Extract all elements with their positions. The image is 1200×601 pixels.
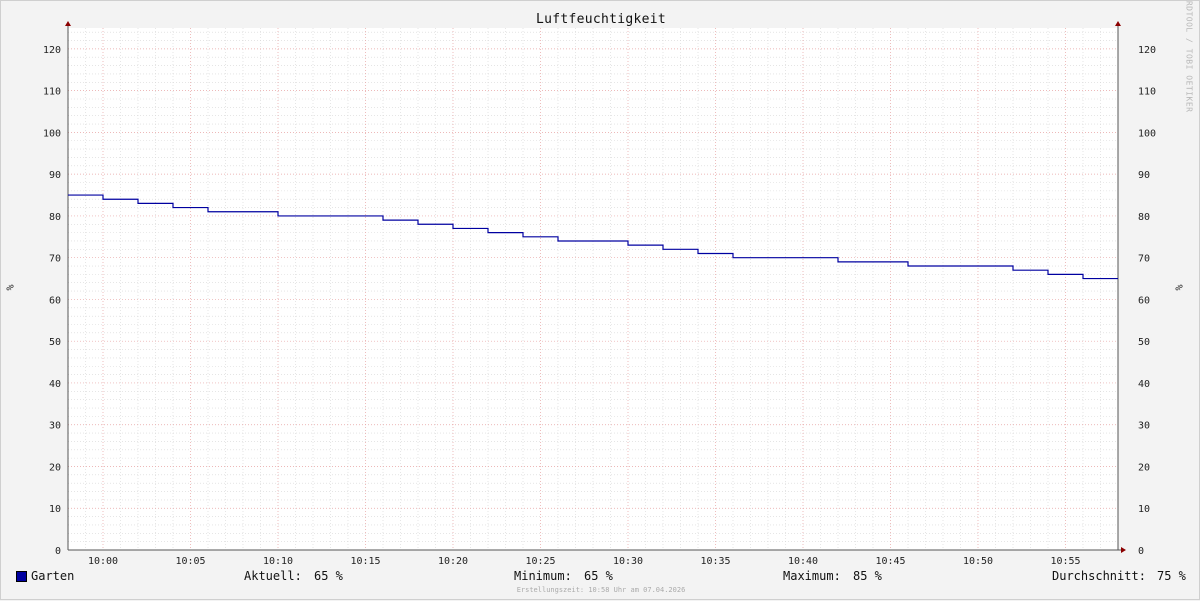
x-tick-label: 10:05 [175,556,205,567]
legend-max-value: 85 % [853,569,882,583]
watermark: RRDTOOL / TOBI OETIKER [1184,0,1194,113]
y-tick-label-right: 110 [1138,87,1156,98]
chart-title: Luftfeuchtigkeit [535,12,667,27]
y-tick-label-left: 10 [49,504,61,515]
legend-current-label: Aktuell: [244,569,302,583]
y-tick-label-right: 20 [1138,462,1150,473]
legend-avg-value: 75 % [1157,569,1186,583]
y-tick-label-right: 0 [1138,546,1144,557]
x-tick-label: 10:40 [788,556,818,567]
chart-frame: 0 0 10 10 20 20 30 30 40 40 50 50 60 60 70 70 80 80 90 90 10… [0,0,1200,600]
y-tick-label-right: 80 [1138,212,1150,223]
y-tick-label-right: 50 [1138,337,1150,348]
x-axis-arrow [1121,547,1126,553]
generation-timestamp: Erstellungszeit: 10:58 Uhr am 07.04.2026 [516,586,686,594]
y-tick-label-left: 50 [49,337,61,348]
x-tick-label: 10:15 [350,556,380,567]
y-tick-label-left: 100 [43,128,61,139]
y-tick-label-right: 70 [1138,254,1150,265]
x-tick-label: 10:45 [875,556,905,567]
y-axis-label-left: % [3,284,15,291]
x-tick-label: 10:00 [88,556,118,567]
legend-avg-label: Durchschnitt: [1052,569,1146,583]
y-tick-label-right: 90 [1138,170,1150,181]
x-tick-label: 10:35 [700,556,730,567]
y-tick-label-left: 70 [49,254,61,265]
x-tick-label: 10:50 [963,556,993,567]
y-tick-label-right: 30 [1138,421,1150,432]
y-tick-label-right: 60 [1138,295,1150,306]
legend-swatch-garten [16,571,27,582]
y-tick-label-left: 90 [49,170,61,181]
legend-max-label: Maximum: [783,569,841,583]
y-tick-label-left: 20 [49,462,61,473]
legend-min-value: 65 % [584,569,613,583]
legend-min-label: Minimum: [514,569,572,583]
chart-plot: 0 0 10 10 20 20 30 30 40 40 50 50 60 60 70 70 80 80 90 90 10… [43,21,1156,567]
y-tick-label-left: 80 [49,212,61,223]
y-tick-label-left: 0 [55,546,61,557]
x-tick-label: 10:25 [525,556,555,567]
y-tick-label-left: 120 [43,45,61,56]
x-tick-label: 10:30 [613,556,643,567]
y-tick-label-left: 30 [49,421,61,432]
y-tick-label-right: 120 [1138,45,1156,56]
y-tick-label-right: 40 [1138,379,1150,390]
y-tick-label-left: 40 [49,379,61,390]
legend-series-label: Garten [31,569,75,583]
x-tick-label: 10:10 [263,556,293,567]
y-tick-label-right: 10 [1138,504,1150,515]
x-tick-label: 10:55 [1050,556,1080,567]
legend-current-value: 65 % [314,569,343,583]
y-tick-label-left: 60 [49,295,61,306]
y-axis-label-right: % [1172,284,1184,291]
x-tick-label: 10:20 [438,556,468,567]
y-tick-label-left: 110 [43,87,61,98]
y-tick-label-right: 100 [1138,128,1156,139]
